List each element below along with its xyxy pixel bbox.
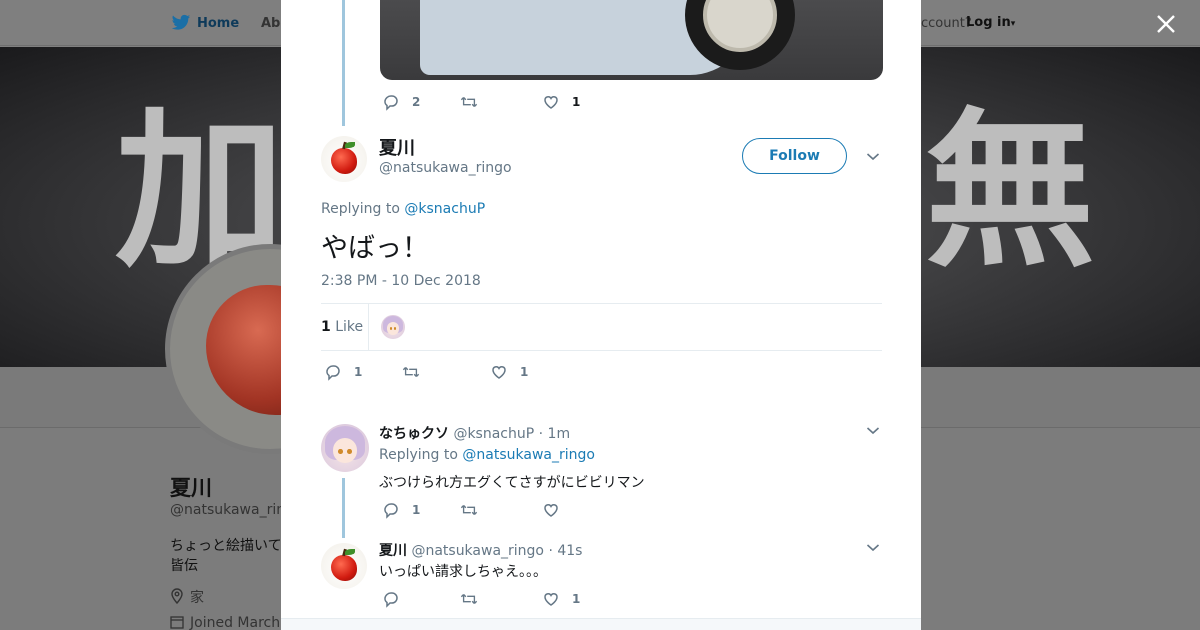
account-prompt: ccount? bbox=[921, 16, 972, 31]
like-icon bbox=[544, 593, 558, 606]
like-button[interactable]: 1 bbox=[542, 93, 580, 111]
like-button[interactable] bbox=[542, 501, 572, 519]
avatar-eye bbox=[389, 327, 392, 330]
liker-avatar[interactable] bbox=[381, 315, 405, 339]
tweet-modal: 2 1 夏川 @natsukawa_ringo Follow Replying … bbox=[281, 0, 921, 630]
twitter-bird-icon[interactable] bbox=[171, 14, 191, 32]
reply-handle[interactable]: @natsukawa_ringo bbox=[411, 543, 544, 559]
profile-handle: @natsukawa_ring bbox=[170, 502, 294, 518]
banner-right-text: 無 bbox=[925, 93, 1096, 291]
reply-button[interactable]: 2 bbox=[382, 93, 460, 111]
replying-to-link[interactable]: @ksnachuP bbox=[404, 201, 485, 217]
retweet-button[interactable] bbox=[460, 590, 542, 608]
close-icon[interactable] bbox=[1153, 11, 1179, 37]
reply-icon bbox=[384, 95, 398, 111]
retweet-button[interactable] bbox=[460, 501, 542, 519]
reply-button[interactable]: 1 bbox=[382, 501, 460, 519]
reply-icon bbox=[384, 592, 398, 608]
like-count: 1 bbox=[572, 95, 581, 109]
reply-avatar[interactable] bbox=[321, 543, 367, 589]
profile-bio-line: ちょっと絵描いて bbox=[170, 538, 282, 554]
reply-actions: 1 bbox=[382, 590, 580, 608]
reply-button[interactable] bbox=[382, 590, 460, 608]
likes-stat[interactable]: 1 Like bbox=[321, 319, 363, 335]
retweet-icon bbox=[402, 367, 420, 377]
main-tweet-timestamp[interactable]: 2:38 PM - 10 Dec 2018 bbox=[321, 273, 481, 289]
retweet-button[interactable] bbox=[460, 93, 542, 111]
replying-prefix: Replying to bbox=[379, 447, 458, 463]
profile-location: 家 bbox=[170, 587, 204, 607]
chevron-down-icon[interactable] bbox=[866, 543, 880, 553]
avatar-face bbox=[386, 322, 400, 335]
avatar-eye bbox=[347, 448, 352, 454]
profile-joined: Joined March bbox=[170, 615, 280, 630]
apple-image bbox=[331, 554, 357, 581]
replying-to: Replying to @ksnachuP bbox=[321, 201, 485, 217]
reply-text: いっぱい請求しちゃえ。。。 bbox=[379, 564, 547, 580]
apple-image bbox=[331, 147, 357, 174]
reply-count: 1 bbox=[354, 365, 363, 379]
reply-time[interactable]: · 1m bbox=[539, 426, 570, 442]
retweet-icon bbox=[460, 594, 478, 604]
apple-leaf bbox=[344, 549, 356, 555]
reply-button[interactable]: 1 bbox=[324, 363, 402, 381]
joined-text: Joined March bbox=[190, 615, 281, 630]
stats-divider bbox=[368, 304, 369, 350]
prev-tweet-actions: 2 1 bbox=[382, 93, 580, 111]
replying-to: Replying to @natsukawa_ringo bbox=[379, 447, 595, 463]
like-icon bbox=[544, 96, 558, 109]
location-text: 家 bbox=[190, 590, 204, 606]
location-icon bbox=[171, 588, 183, 605]
reply-text: ぶつけられ方エグくてさすがにビビリマン bbox=[379, 475, 645, 491]
like-icon bbox=[544, 504, 558, 517]
profile-bio-line: 皆伝 bbox=[170, 558, 198, 574]
login-link[interactable]: Log in▾ bbox=[966, 15, 1015, 30]
main-tweet-actions: 1 1 bbox=[324, 363, 528, 381]
like-button[interactable]: 1 bbox=[542, 590, 580, 608]
avatar-eye bbox=[338, 448, 343, 454]
tweet-photo[interactable] bbox=[380, 0, 883, 80]
calendar-icon bbox=[170, 616, 184, 629]
profile-name: 夏川 bbox=[170, 476, 212, 500]
tweet-stats: 1 Like bbox=[321, 303, 882, 351]
thread-line bbox=[342, 0, 345, 126]
main-tweet-name[interactable]: 夏川 bbox=[379, 134, 415, 160]
modal-footer bbox=[281, 618, 921, 630]
main-tweet-avatar[interactable] bbox=[321, 136, 367, 182]
like-icon bbox=[492, 366, 506, 379]
main-tweet-text: やばっ！ bbox=[321, 233, 429, 264]
replying-to-link[interactable]: @natsukawa_ringo bbox=[462, 447, 595, 463]
retweet-icon bbox=[460, 97, 478, 107]
reply-header: 夏川 @natsukawa_ringo · 41s bbox=[379, 540, 582, 560]
retweet-icon bbox=[460, 505, 478, 515]
reply-avatar[interactable] bbox=[321, 424, 369, 472]
avatar-face bbox=[332, 438, 358, 464]
main-tweet-handle[interactable]: @natsukawa_ringo bbox=[379, 160, 512, 176]
reply-icon bbox=[384, 503, 398, 519]
reply-count: 1 bbox=[412, 503, 421, 517]
reply-actions: 1 bbox=[382, 501, 572, 519]
chevron-down-icon[interactable] bbox=[866, 426, 880, 436]
reply-handle[interactable]: @ksnachuP bbox=[453, 426, 534, 442]
apple-leaf bbox=[344, 142, 356, 148]
thread-line bbox=[342, 478, 345, 538]
reply-time[interactable]: · 41s bbox=[548, 543, 582, 559]
follow-button[interactable]: Follow bbox=[742, 138, 847, 174]
like-count: 1 bbox=[520, 365, 529, 379]
likes-count: 1 bbox=[321, 319, 331, 335]
chevron-down-icon: ▾ bbox=[1010, 19, 1016, 29]
reply-name[interactable]: なちゅクソ bbox=[379, 426, 449, 442]
reply-header: なちゅクソ @ksnachuP · 1m bbox=[379, 423, 570, 443]
replying-prefix: Replying to bbox=[321, 201, 400, 217]
login-label: Log in bbox=[966, 15, 1011, 30]
chevron-down-icon[interactable] bbox=[866, 152, 880, 162]
like-count: 1 bbox=[572, 592, 581, 606]
like-button[interactable]: 1 bbox=[490, 363, 528, 381]
reply-count: 2 bbox=[412, 95, 421, 109]
reply-name[interactable]: 夏川 bbox=[379, 543, 407, 559]
likes-label: Like bbox=[335, 319, 364, 335]
reply-icon bbox=[326, 365, 340, 381]
nav-home-link[interactable]: Home bbox=[197, 16, 239, 31]
retweet-button[interactable] bbox=[402, 363, 490, 381]
